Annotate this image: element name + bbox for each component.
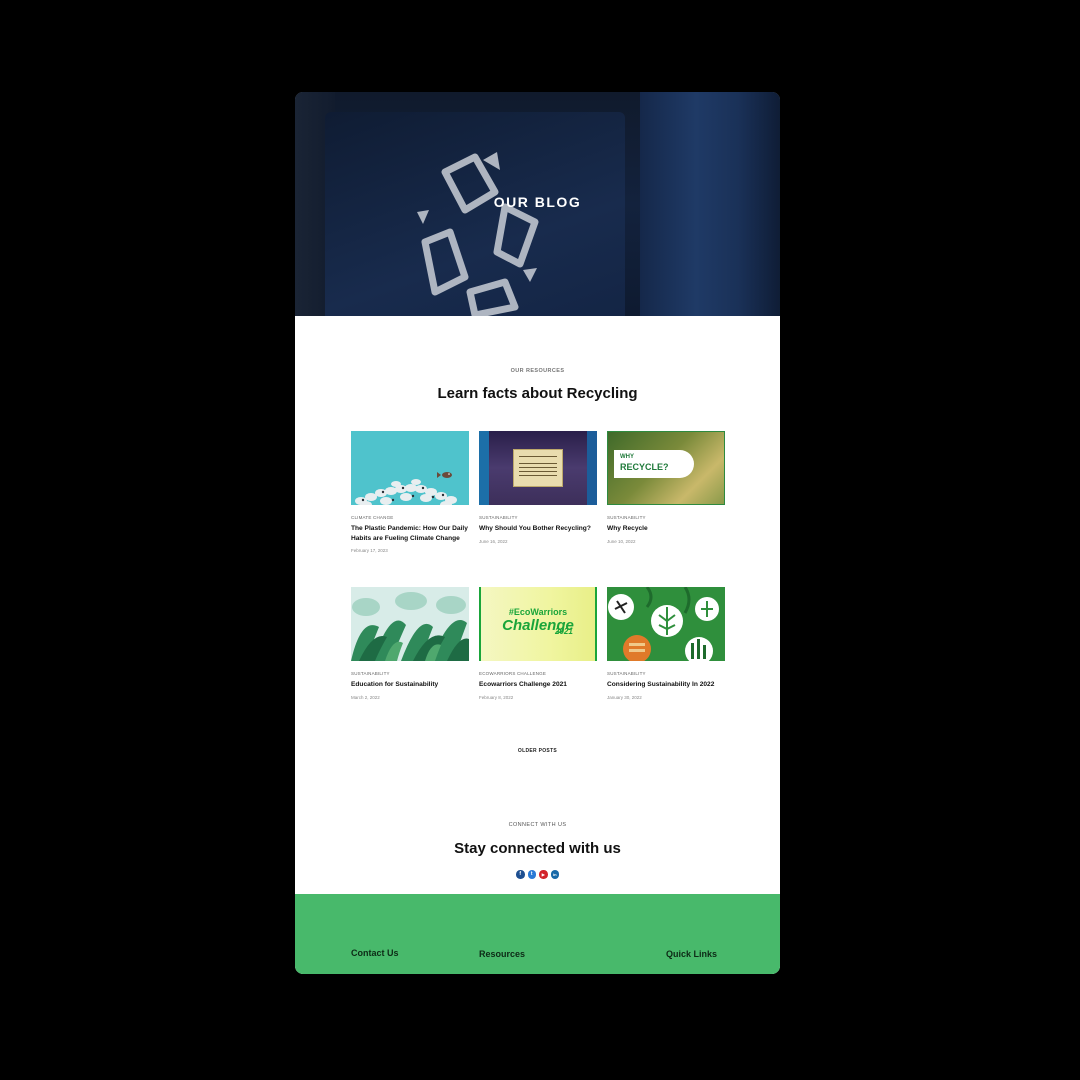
thumb-text: WHY [620,454,634,460]
thumb-label-bubble: WHY RECYCLE? [614,450,694,478]
footer-contact-heading[interactable]: Contact Us [351,948,399,958]
social-links: f t ▶ in [516,870,559,879]
resources-title: Learn facts about Recycling [437,385,638,402]
post-title[interactable]: Ecowarriors Challenge 2021 [479,680,597,690]
post-date: January 30, 2022 [607,694,642,700]
thumb-light-strip [587,431,597,505]
hero-banner: OUR BLOG [295,92,780,316]
site-footer: Contact Us Resources Quick Links [295,894,780,974]
post-date: March 2, 2022 [351,694,380,700]
post-category[interactable]: SUSTAINABILITY [607,515,725,520]
linkedin-icon[interactable]: in [550,870,559,879]
blog-card[interactable]: SUSTAINABILITY Why Should You Bother Rec… [479,431,597,544]
thumb-text: 2021 [555,627,573,636]
blog-card[interactable]: CLIMATE CHANGE The Plastic Pandemic: How… [351,431,469,553]
facebook-icon[interactable]: f [516,870,525,879]
post-category[interactable]: CLIMATE CHANGE [351,515,469,520]
post-category[interactable]: ECOWARRIORS CHALLENGE [479,671,597,676]
page-title: OUR BLOG [493,194,582,210]
post-thumbnail[interactable] [607,587,725,661]
footer-resources-heading[interactable]: Resources [479,949,525,959]
post-date: June 16, 2022 [479,538,508,544]
post-date: February 8, 2022 [479,694,514,700]
post-date: February 17, 2023 [351,548,388,553]
post-category[interactable]: SUSTAINABILITY [351,671,469,676]
post-thumbnail[interactable] [479,431,597,505]
footer-quick-links-heading[interactable]: Quick Links [666,949,717,959]
post-title[interactable]: Education for Sustainability [351,680,469,690]
post-thumbnail[interactable] [351,587,469,661]
post-date: June 10, 2022 [607,538,636,544]
notice-sign [513,449,563,487]
blog-page: OUR BLOG OUR RESOURCES Learn facts about… [295,92,780,974]
post-thumbnail[interactable]: WHY RECYCLE? [607,431,725,505]
older-posts-link[interactable]: OLDER POSTS [295,748,780,754]
blog-card[interactable]: WHY RECYCLE? SUSTAINABILITY Why Recycle … [607,431,725,544]
post-title[interactable]: Considering Sustainability In 2022 [607,680,725,690]
blog-card[interactable]: SUSTAINABILITY Considering Sustainabilit… [607,587,725,700]
post-title[interactable]: Why Should You Bother Recycling? [479,524,597,534]
post-category[interactable]: SUSTAINABILITY [479,515,597,520]
thumb-light-strip [479,431,489,505]
connect-title: Stay connected with us [454,840,621,857]
post-title[interactable]: The Plastic Pandemic: How Our Daily Habi… [351,524,469,543]
fish-school-illustration [355,472,457,505]
leaves-illustration [351,592,469,661]
thumb-text: RECYCLE? [620,462,669,472]
post-thumbnail[interactable]: #EcoWarriors Challenge 2021 [479,587,597,661]
sustainability-collage-illustration [608,587,719,661]
post-category[interactable]: SUSTAINABILITY [607,671,725,676]
blog-card[interactable]: #EcoWarriors Challenge 2021 ECOWARRIORS … [479,587,597,700]
blog-card[interactable]: SUSTAINABILITY Education for Sustainabil… [351,587,469,700]
post-title[interactable]: Why Recycle [607,524,725,534]
resources-eyebrow: OUR RESOURCES [510,368,565,374]
connect-eyebrow: CONNECT WITH US [508,822,567,828]
twitter-icon[interactable]: t [527,870,536,879]
thumb-text: Challenge [502,617,574,634]
post-thumbnail[interactable] [351,431,469,505]
youtube-icon[interactable]: ▶ [539,870,548,879]
recycle-symbol-icon [417,152,539,316]
thumb-text: #EcoWarriors [508,607,568,617]
